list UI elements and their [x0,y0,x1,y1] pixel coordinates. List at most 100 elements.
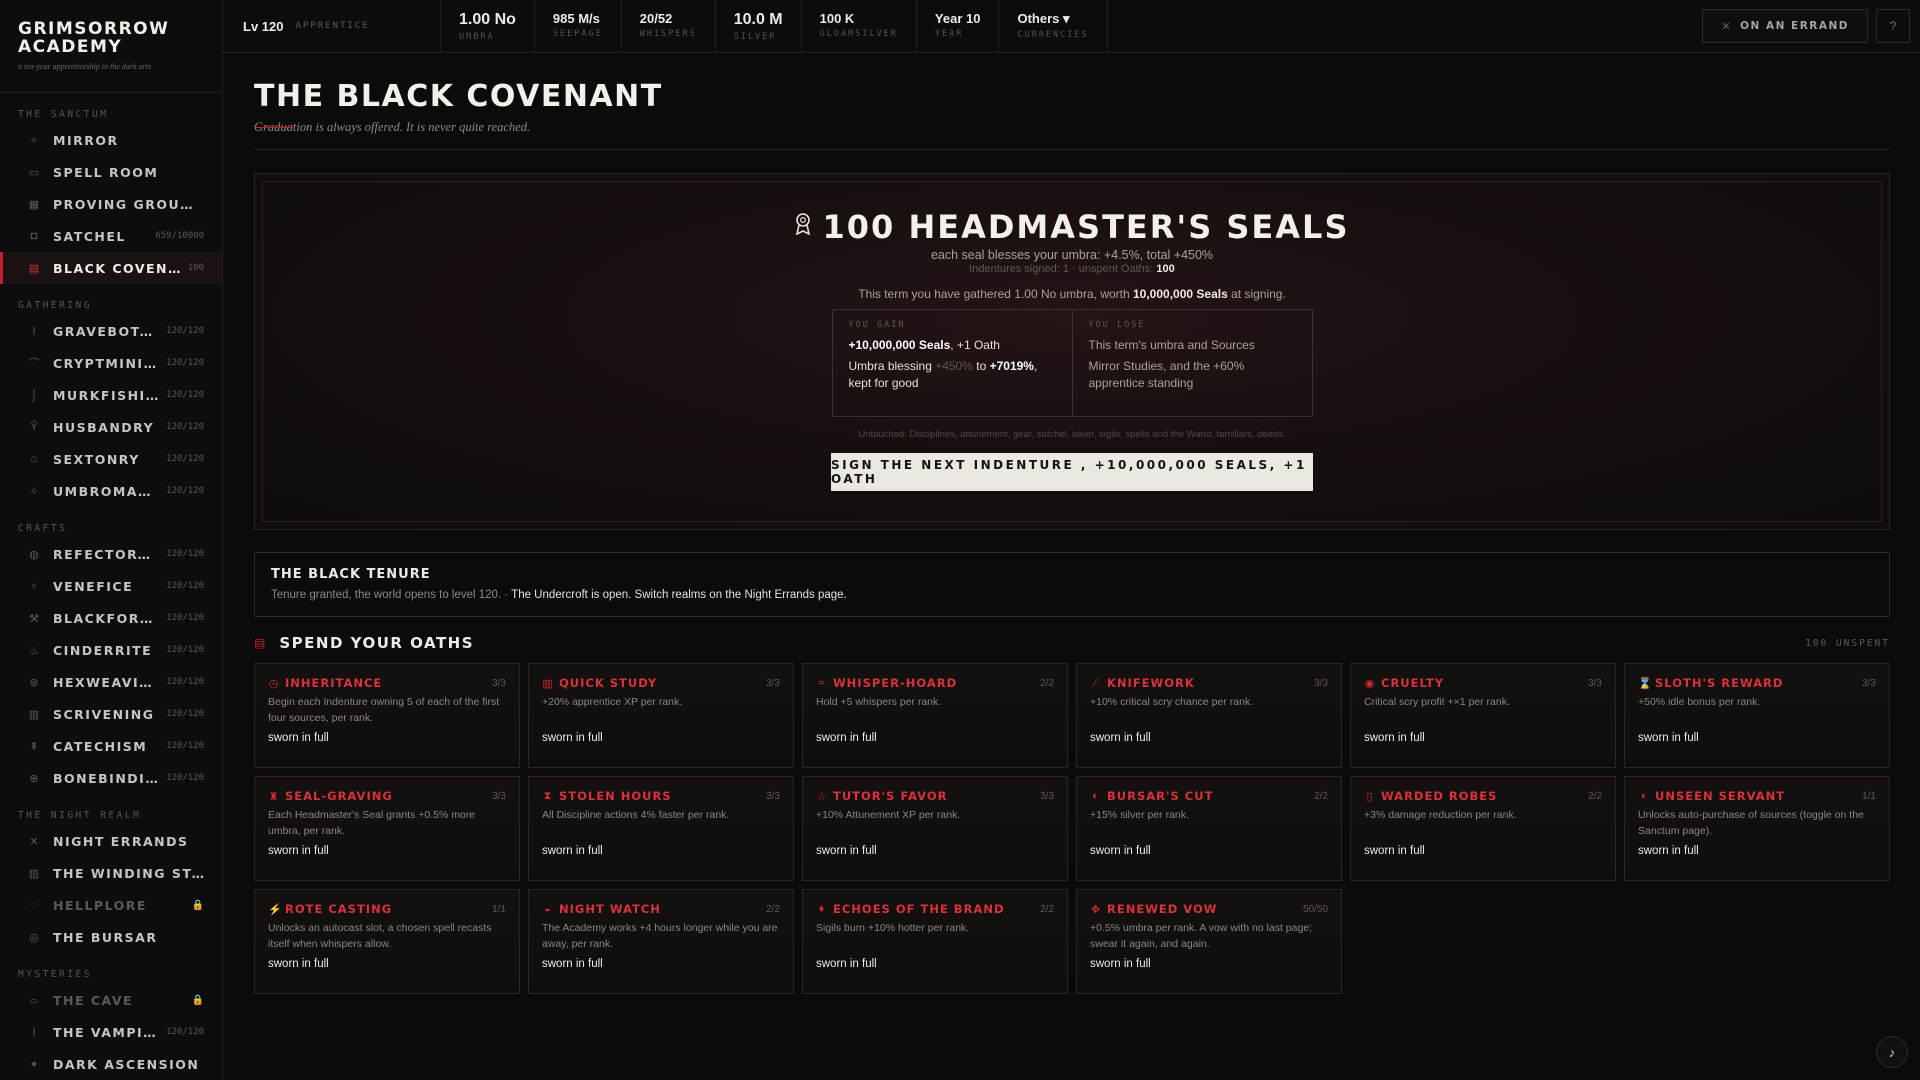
oath-description: +20% apprentice XP per rank. [542,696,683,708]
stat-value: 100 K [819,11,855,26]
sidebar-item-hellplore[interactable]: ◌ HELLPLORE 🔒 [0,889,222,921]
sidebar-item-cryptmining[interactable]: ⌒ CRYPTMINING 120/120 [0,347,222,379]
oath-card-header: ▥ QUICK STUDY 3/3 [542,676,780,690]
lose-line-1: This term's umbra and Sources [1088,338,1255,352]
music-toggle-button[interactable]: ♪ [1876,1036,1908,1068]
sidebar-item-blackforging[interactable]: ⚒ BLACKFORGING 120/120 [0,602,222,634]
oath-card[interactable]: ✥ RENEWED VOW 50/50 +0.5% umbra per rank. A… [1076,889,1342,994]
on-errand-label: ON AN ERRAND [1740,20,1849,32]
oath-name: RENEWED VOW [1107,902,1218,916]
oath-rank: 3/3 [492,790,506,802]
oath-card[interactable]: ⚡ ROTE CASTING 1/1 Unlocks an autocast slot… [254,889,520,994]
sidebar-item-count: 120/120 [166,741,204,751]
oath-card[interactable]: ◷ INHERITANCE 3/3 Begin each Indenture owni… [254,663,520,768]
seals-meta: Indentures signed: 1 · unspent Oaths: 10… [969,263,1174,275]
sidebar-item-bonebinding[interactable]: ⊕ BONEBINDING 120/120 [0,762,222,794]
oath-card[interactable]: ♦ ECHOES OF THE BRAND 2/2 Sigils burn +10% … [802,889,1068,994]
sidebar-item-label: DARK ASCENSION [53,1056,200,1072]
stat-currencies[interactable]: Others ▾ CURRENCIES [999,0,1108,52]
sidebar-item-the-cave[interactable]: ⌓ THE CAVE 🔒 [0,984,222,1016]
oath-rank: 3/3 [1040,790,1054,802]
sidebar-item-murkfishing[interactable]: ⌡ MURKFISHING 120/120 [0,379,222,411]
eye-icon: ◉ [1364,677,1375,690]
sidebar-item-satchel[interactable]: ◘ SATCHEL 659/10000 [0,220,222,252]
page-subtitle: Graduation is always offered. It is neve… [254,120,1890,135]
sidebar-item-husbandry[interactable]: Ŷ HUSBANDRY 120/120 [0,411,222,443]
sidebar-item-label: THE BURSAR [53,929,158,945]
sidebar-item-refectory-kitchen[interactable]: ◍ REFECTORY KITCHEN 120/120 [0,538,222,570]
nav-section-heading: THE SANCTUM [18,109,109,120]
sidebar-item-count: 120/120 [166,773,204,783]
sidebar-item-gravebotany[interactable]: ⌇ GRAVEBOTANY 120/120 [0,315,222,347]
oath-name: SLOTH'S REWARD [1655,676,1784,690]
sidebar-item-hexweaving[interactable]: ⊛ HEXWEAVING 120/120 [0,666,222,698]
seals-term: This term you have gathered 1.00 No umbr… [858,287,1286,301]
sidebar-item-proving-grounds[interactable]: ▦ PROVING GROUNDS [0,188,222,220]
sidebar-item-label: SPELL ROOM [53,164,159,180]
oath-card-header: ≈ WHISPER-HOARD 2/2 [816,676,1054,690]
oath-status: sworn in full [268,845,329,857]
unspent-oaths-value: 100 [1156,263,1175,275]
oath-rank: 3/3 [492,677,506,689]
oath-card[interactable]: ♜ SEAL-GRAVING 3/3 Each Headmaster's Seal g… [254,776,520,881]
oath-card[interactable]: ⌛ SLOTH'S REWARD 3/3 +50% idle bonus per ra… [1624,663,1890,768]
sidebar-item-sextonry[interactable]: ⌂ SEXTONRY 120/120 [0,443,222,475]
oath-status: sworn in full [1090,958,1151,970]
sidebar-item-spell-room[interactable]: ▭ SPELL ROOM [0,156,222,188]
stats-bar: 1.00 No UMBRA 985 M/s SEEPAGE 20/52 WHISPERS 1… [441,0,1108,52]
oath-card[interactable]: ▯ WARDED ROBES 2/2 +3% damage reduction per… [1350,776,1616,881]
on-errand-button[interactable]: ✕ ON AN ERRAND [1702,9,1868,43]
nav-section-heading: CRAFTS [18,523,68,534]
oath-card[interactable]: ⧗ STOLEN HOURS 3/3 All Discipline actions 4… [528,776,794,881]
sidebar-item-scrivening[interactable]: ▥ SCRIVENING 120/120 [0,698,222,730]
oath-card[interactable]: ⁄ KNIFEWORK 3/3 +10% critical scry chance p… [1076,663,1342,768]
sidebar-item-cinderrite[interactable]: ♨ CINDERRITE 120/120 [0,634,222,666]
oath-description: +0.5% umbra per rank. A vow with no last… [1090,922,1313,950]
bag-icon: ◘ [30,230,38,242]
sidebar-item-black-covenant[interactable]: ▤ BLACK COVENANT 100 [0,252,222,284]
stat-label: WHISPERS [639,29,697,39]
flask-icon: ♁ [29,580,39,592]
oath-card[interactable]: ☆ TUTOR'S FAVOR 3/3 +10% Attunement XP per … [802,776,1068,881]
oath-card[interactable]: ≈ WHISPER-HOARD 2/2 Hold +5 whispers per ra… [802,663,1068,768]
oath-card[interactable]: ◗ UNSEEN SERVANT 1/1 Unlocks auto-purchase … [1624,776,1890,881]
oath-card-header: ⧗ STOLEN HOURS 3/3 [542,789,780,803]
sidebar-item-label: SATCHEL [53,228,126,244]
sidebar-item-night-errands[interactable]: ✕ NIGHT ERRANDS [0,825,222,857]
sidebar-item-count: 120/120 [166,486,204,496]
oath-card[interactable]: ◉ CRUELTY 3/3 Critical scry profit +×1 per … [1350,663,1616,768]
oath-card[interactable]: ▥ QUICK STUDY 3/3 +20% apprentice XP per ra… [528,663,794,768]
oath-card-header: ◐ BURSAR'S CUT 2/2 [1090,789,1328,803]
top-bar: Lv 120 APPRENTICE 1.00 No UMBRA 985 M/s SEE… [223,0,1920,53]
oath-name: QUICK STUDY [559,676,658,690]
oath-card[interactable]: ◐ BURSAR'S CUT 2/2 +15% silver per rank. swo… [1076,776,1342,881]
tenure-title: THE BLACK TENURE [271,567,431,582]
sidebar-item-the-bursar[interactable]: ◎ THE BURSAR [0,921,222,953]
sidebar-item-label: CRYPTMINING [53,355,161,371]
sidebar-item-umbromancy[interactable]: ✧ UMBROMANCY 120/120 [0,475,222,507]
stat-value: 10.0 M [733,11,783,28]
oath-status: sworn in full [1364,845,1425,857]
oath-card[interactable]: ◒ NIGHT WATCH 2/2 The Academy works +4 hour… [528,889,794,994]
sidebar-item-venefice[interactable]: ♁ VENEFICE 120/120 [0,570,222,602]
stat-label: CURRENCIES [1017,30,1089,40]
ribbon-icon [795,213,811,241]
oath-name: BURSAR'S CUT [1107,789,1214,803]
nav-section-heading: THE NIGHT REALM [18,810,142,821]
oaths-title: SPEND YOUR OATHS [279,634,475,652]
sidebar-item-the-vampiric-court[interactable]: ⌇ THE VAMPIRIC COURT 120/120 [0,1016,222,1048]
level-display: Lv 120 APPRENTICE [223,0,441,52]
sidebar-item-catechism[interactable]: ⇞ CATECHISM 120/120 [0,730,222,762]
help-button[interactable]: ? [1876,9,1910,43]
crossed-swords-icon: ✕ [1721,19,1733,33]
ascend-icon: ✦ [29,1058,39,1071]
sidebar-item-label: THE WINDING STAIR [53,865,204,881]
oath-description: Begin each Indenture owning 5 of each of… [268,696,500,724]
oath-status: sworn in full [816,732,877,744]
sidebar-item-the-winding-stair[interactable]: ▥ THE WINDING STAIR [0,857,222,889]
sidebar-item-dark-ascension[interactable]: ✦ DARK ASCENSION [0,1048,222,1080]
sidebar-item-mirror[interactable]: ✧ MIRROR [0,124,222,156]
stat-label: SEEPAGE [552,29,603,39]
sign-indenture-button[interactable]: SIGN THE NEXT INDENTURE , +10,000,000 SE… [831,453,1313,491]
oath-name: NIGHT WATCH [559,902,661,916]
